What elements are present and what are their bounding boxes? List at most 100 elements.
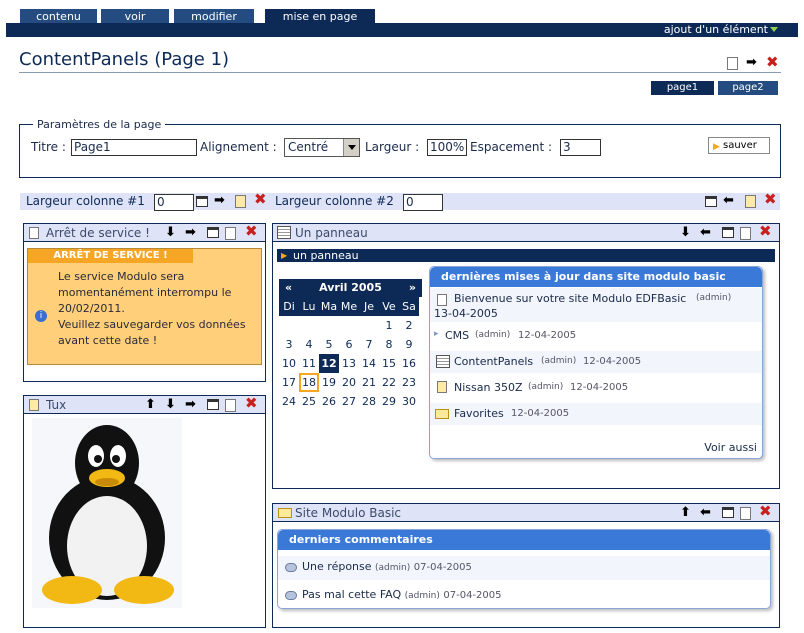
item-title[interactable]: CMS — [445, 329, 469, 342]
calendar-day[interactable]: 20 — [339, 373, 359, 392]
page2-button[interactable]: page2 — [718, 81, 778, 95]
calendar-day[interactable]: 13 — [339, 354, 359, 373]
tab-modifier[interactable]: modifier — [174, 9, 254, 24]
close-icon[interactable]: ✖ — [245, 224, 258, 239]
add-element-menu[interactable]: ajout d'un élément — [664, 23, 768, 36]
calendar-day[interactable]: 30 — [399, 392, 419, 411]
window-icon[interactable] — [196, 196, 208, 207]
list-item[interactable]: Bienvenue sur votre site Modulo EDFBasic… — [430, 288, 762, 322]
copy-icon[interactable] — [740, 227, 751, 240]
calendar-prev[interactable]: « — [285, 279, 292, 297]
calendar-day[interactable]: 6 — [339, 335, 359, 354]
copy-icon[interactable] — [740, 507, 751, 520]
calendar-day[interactable]: 9 — [399, 335, 419, 354]
calendar-day[interactable]: 25 — [299, 392, 319, 411]
calendar-day[interactable] — [299, 316, 319, 335]
chevron-down-icon[interactable] — [343, 139, 359, 156]
align-select[interactable]: Centré — [284, 138, 360, 157]
calendar-day[interactable]: 26 — [319, 392, 339, 411]
arrow-right-icon[interactable]: ➡ — [214, 193, 225, 208]
list-item[interactable]: Une réponse (admin) 07-04-2005 — [278, 556, 770, 580]
spacing-input[interactable]: 3 — [560, 139, 601, 156]
column2-width-input[interactable]: 0 — [403, 194, 443, 211]
tab-voir[interactable]: voir — [101, 9, 169, 24]
chevron-down-icon[interactable] — [770, 27, 778, 32]
calendar-day[interactable] — [279, 316, 299, 335]
arrow-down-icon[interactable]: ⬇ — [680, 225, 691, 240]
title-input[interactable]: Page1 — [71, 139, 197, 156]
calendar-day[interactable]: 14 — [359, 354, 379, 373]
calendar-day[interactable]: 1 — [379, 316, 399, 335]
arrow-down-icon[interactable]: ⬇ — [165, 397, 176, 412]
list-item[interactable]: Pas mal cette FAQ (admin) 07-04-2005 — [278, 584, 770, 608]
column1-width-input[interactable]: 0 — [154, 194, 194, 211]
arrow-down-icon[interactable]: ⬇ — [165, 225, 176, 240]
calendar-day[interactable]: 19 — [319, 373, 339, 392]
calendar-day[interactable]: 5 — [319, 335, 339, 354]
tab-mise-en-page[interactable]: mise en page — [265, 9, 375, 24]
calendar-day-today[interactable]: 18 — [299, 373, 319, 392]
delete-column-icon[interactable]: ✖ — [764, 192, 777, 207]
move-page-icon[interactable]: ➡ — [746, 55, 757, 70]
arrow-left-icon[interactable]: ⬅ — [723, 193, 734, 208]
close-icon[interactable]: ✖ — [759, 224, 772, 239]
calendar-day[interactable]: 27 — [339, 392, 359, 411]
calendar-day[interactable]: 22 — [379, 373, 399, 392]
item-title[interactable]: ContentPanels — [454, 355, 533, 368]
window-icon[interactable] — [722, 227, 734, 238]
item-title[interactable]: Favorites — [454, 407, 504, 420]
calendar-day[interactable] — [359, 316, 379, 335]
tab-contenu[interactable]: contenu — [20, 9, 97, 24]
calendar-day[interactable]: 15 — [379, 354, 399, 373]
item-title[interactable]: Bienvenue sur votre site Modulo EDFBasic — [454, 292, 686, 305]
window-icon[interactable] — [207, 227, 219, 238]
calendar-day[interactable]: 4 — [299, 335, 319, 354]
see-more-link[interactable]: Voir aussi — [704, 441, 757, 454]
calendar-day[interactable]: 24 — [279, 392, 299, 411]
comment-text[interactable]: Pas mal cette FAQ — [302, 588, 401, 601]
calendar-next[interactable]: » — [409, 279, 416, 297]
calendar-day[interactable]: 28 — [359, 392, 379, 411]
close-icon[interactable]: ✖ — [759, 504, 772, 519]
arrow-left-icon[interactable]: ⬅ — [700, 225, 711, 240]
list-item[interactable]: Favorites 12-04-2005 — [430, 403, 762, 425]
arrow-up-icon[interactable]: ⬆ — [145, 397, 156, 412]
calendar-day[interactable] — [319, 316, 339, 335]
delete-column-icon[interactable]: ✖ — [254, 192, 267, 207]
arrow-right-icon[interactable]: ➡ — [185, 225, 196, 240]
delete-page-icon[interactable]: ✖ — [766, 55, 779, 70]
arrow-right-icon[interactable]: ➡ — [185, 397, 196, 412]
calendar-day[interactable]: 17 — [279, 373, 299, 392]
calendar-day[interactable] — [339, 316, 359, 335]
window-icon[interactable] — [207, 399, 219, 410]
item-title[interactable]: Nissan 350Z — [454, 381, 523, 394]
new-page-icon[interactable] — [727, 57, 738, 70]
list-item[interactable]: Nissan 350Z (admin) 12-04-2005 — [430, 377, 762, 399]
calendar-day-selected[interactable]: 12 — [319, 354, 339, 373]
calendar-day[interactable]: 23 — [399, 373, 419, 392]
calendar-day[interactable]: 3 — [279, 335, 299, 354]
list-item[interactable]: ▸ CMS (admin) 12-04-2005 — [430, 325, 762, 347]
close-icon[interactable]: ✖ — [245, 396, 258, 411]
window-icon[interactable] — [722, 507, 734, 518]
window-icon[interactable] — [705, 196, 717, 207]
copy-icon[interactable] — [225, 227, 236, 240]
arrow-left-icon[interactable]: ⬅ — [700, 505, 711, 520]
add-panel-icon[interactable] — [745, 195, 756, 208]
calendar-day[interactable]: 10 — [279, 354, 299, 373]
add-panel-icon[interactable] — [235, 195, 246, 208]
save-button[interactable]: ▶ sauver — [708, 137, 770, 154]
calendar-day[interactable]: 11 — [299, 354, 319, 373]
comment-text[interactable]: Une réponse — [302, 560, 372, 573]
calendar-day[interactable]: 7 — [359, 335, 379, 354]
copy-icon[interactable] — [225, 399, 236, 412]
calendar-day[interactable]: 16 — [399, 354, 419, 373]
calendar-day[interactable]: 21 — [359, 373, 379, 392]
page1-button[interactable]: page1 — [651, 81, 714, 95]
calendar-day[interactable]: 2 — [399, 316, 419, 335]
list-item[interactable]: ContentPanels (admin) 12-04-2005 — [430, 351, 762, 373]
width-input[interactable]: 100% — [427, 139, 467, 156]
calendar-day[interactable]: 29 — [379, 392, 399, 411]
arrow-up-icon[interactable]: ⬆ — [680, 505, 691, 520]
calendar-day[interactable]: 8 — [379, 335, 399, 354]
